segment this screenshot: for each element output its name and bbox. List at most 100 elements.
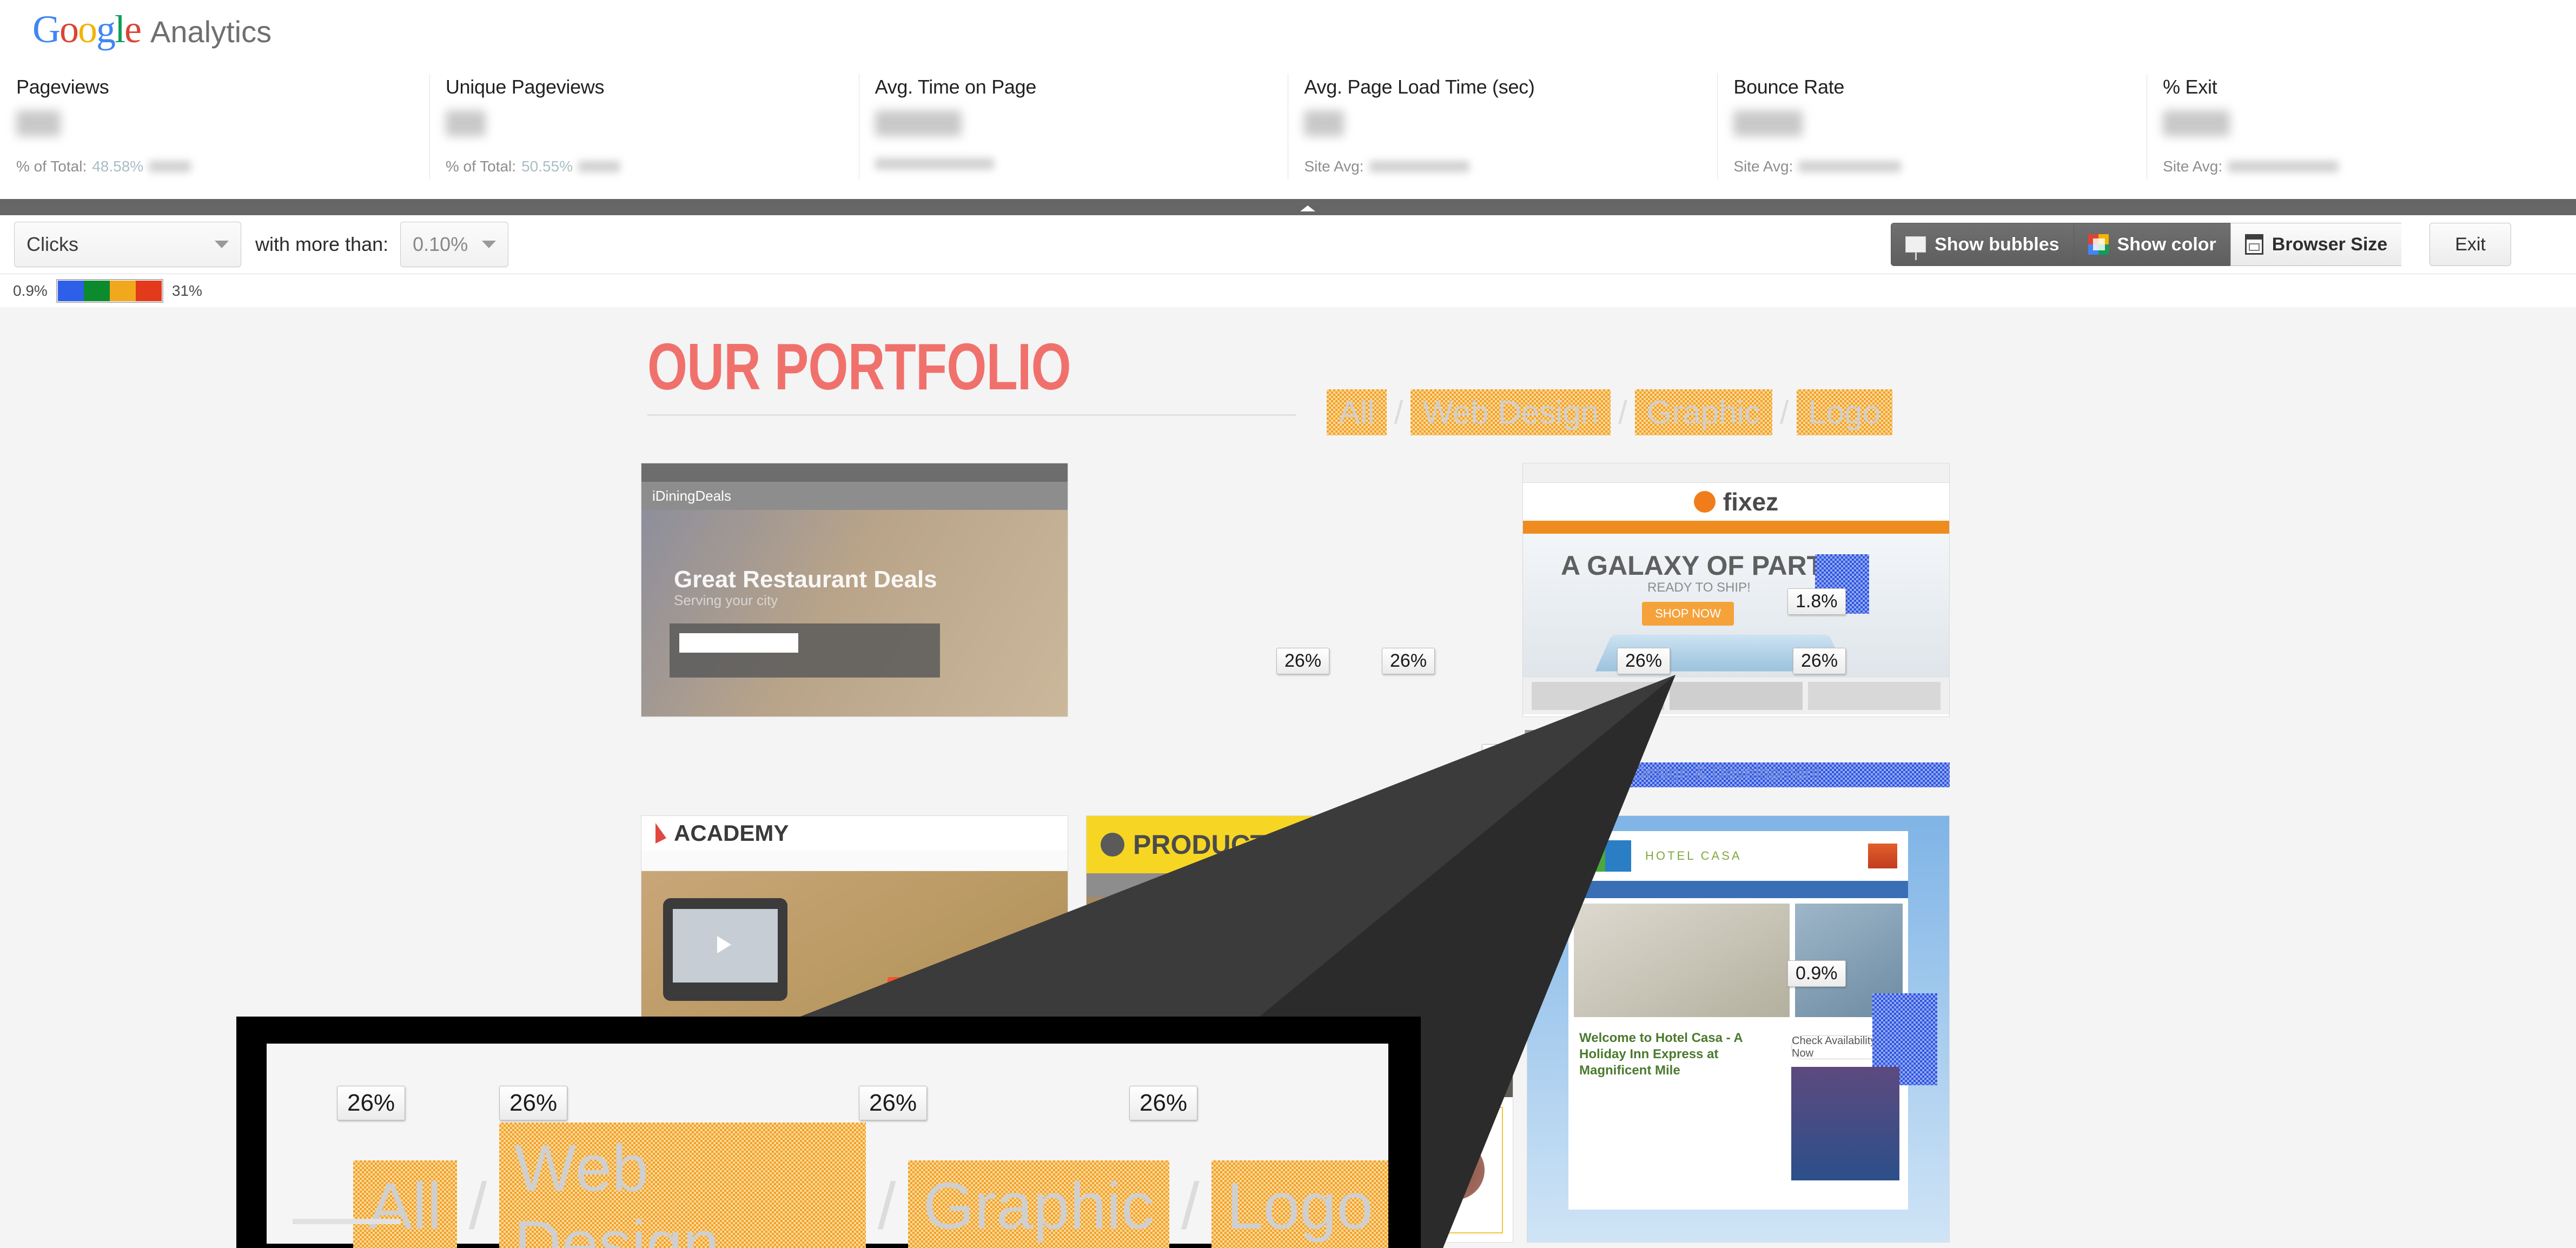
metric-label: Bounce Rate — [1733, 76, 1845, 98]
show-bubbles-button[interactable]: Show bubbles — [1891, 223, 2074, 266]
metric-card-unique-pageviews: Unique Pageviews % of Total: 50.55% — [429, 64, 859, 199]
site-card-hotel-casa[interactable]: HOTEL CASA Welcome to Hotel Casa - A Hol… — [1527, 815, 1950, 1243]
click-pct-badge-fixez-hero: 1.8% — [1787, 588, 1846, 615]
click-pct-badge-web-design: 26% — [1382, 648, 1435, 674]
metric-label: Avg. Page Load Time (sec) — [1304, 76, 1535, 98]
site-headline: 15% Off Sitewide! — [1111, 931, 1268, 1009]
click-pct-badge-logo: 26% — [1793, 648, 1846, 674]
filter-separator: / — [1779, 394, 1789, 430]
metric-subtext: Site Avg: — [1733, 158, 2147, 175]
filter-all[interactable]: All — [1327, 389, 1387, 435]
site-logo-label: fixez — [1723, 488, 1779, 516]
page-title: OUR PORTFOLIO — [647, 330, 1071, 403]
show-color-label: Show color — [2117, 234, 2216, 255]
magnified-filter-logo[interactable]: Logo — [1211, 1160, 1388, 1248]
inpage-analytics-canvas: OUR PORTFOLIO All / Web Design / Graphic… — [0, 307, 2576, 1248]
metric-subtext — [875, 158, 1288, 170]
site-subhead: Serving your city — [674, 592, 778, 608]
filter-separator: / — [1618, 394, 1627, 430]
metric-card-avg-page-load-time: Avg. Page Load Time (sec) Site Avg: — [1288, 64, 1717, 199]
magnified-filter-separator: / — [468, 1169, 487, 1243]
site-cta[interactable]: REGISTER — [888, 977, 974, 1003]
site-card-fixez[interactable]: fixez A GALAXY OF PARTS READY TO SHIP! S… — [1522, 463, 1950, 717]
legend-swatches — [56, 278, 163, 303]
metric-value-blurred — [16, 110, 429, 144]
site-logo-label: ACADEMY — [674, 820, 789, 846]
threshold-label: with more than: — [255, 233, 389, 255]
filter-web-design[interactable]: Web Design — [1410, 389, 1611, 435]
threshold-select[interactable]: 0.10% — [400, 222, 509, 267]
exit-button[interactable]: Exit — [2429, 223, 2511, 266]
metric-value-blurred — [2163, 110, 2576, 144]
magnified-pct-badge-web-design: 26% — [499, 1086, 568, 1120]
site-subhead: READY TO SHIP! — [1647, 580, 1751, 595]
metric-subtext: % of Total: 50.55% — [446, 158, 859, 175]
product-name: Analytics — [150, 15, 272, 49]
exit-label: Exit — [2455, 234, 2486, 255]
portfolio-filter-nav: All / Web Design / Graphic / Logo — [1327, 389, 1892, 435]
legend-min-value: 0.9% — [13, 282, 48, 299]
color-scale-legend: 0.9% 31% — [0, 274, 2576, 307]
magnified-filter-all[interactable]: All — [353, 1160, 457, 1248]
metric-sub-prefix: % of Total: — [445, 158, 516, 175]
metric-card-avg-time-on-page: Avg. Time on Page — [858, 64, 1288, 199]
show-bubbles-label: Show bubbles — [1935, 234, 2060, 255]
view-mode-buttons: Show bubbles Show color Browser Size Exi… — [1891, 223, 2511, 266]
panel-collapse-bar[interactable] — [0, 199, 2576, 215]
chevron-up-icon[interactable] — [1300, 205, 1315, 211]
magnified-filter-separator: / — [1181, 1169, 1200, 1243]
click-pct-badge-all: 26% — [1276, 648, 1330, 674]
metric-label: Pageviews — [16, 76, 109, 98]
metric-sub-prefix: % of Total: — [16, 158, 87, 175]
metric-sub-value: 48.58% — [92, 158, 144, 175]
metric-sub-prefix: Site Avg: — [1304, 158, 1364, 175]
metric-value-blurred — [875, 110, 1288, 144]
magnified-filter-nav: All / Web Design / Graphic / Logo — [353, 1123, 1388, 1248]
magnified-pct-badge-graphic: 26% — [859, 1086, 928, 1120]
magnified-divider — [293, 1219, 401, 1224]
site-logo-label: iDiningDeals — [652, 487, 731, 504]
click-pct-badge-hotel: 0.9% — [1787, 960, 1846, 987]
magnifier-callout: All / Web Design / Graphic / Logo 26% 26… — [236, 1017, 1421, 1248]
metric-select-value: Clicks — [27, 233, 78, 255]
site-headline: Welcome to Hotel Casa - A Holiday Inn Ex… — [1579, 1031, 1743, 1078]
site-card-idiningdeals[interactable]: iDiningDeals Great Restaurant Deals Serv… — [641, 463, 1068, 717]
site-cta[interactable]: SHOP NOW — [1642, 602, 1734, 626]
browser-window-icon — [2244, 234, 2263, 255]
metric-value-blurred — [1733, 110, 2147, 144]
bubble-icon — [1905, 236, 1926, 260]
metric-subtext: Site Avg: — [1304, 158, 1717, 175]
site-logo-icon — [1579, 840, 1631, 872]
color-palette-icon — [2088, 234, 2109, 255]
filter-logo[interactable]: Logo — [1797, 389, 1892, 435]
browser-size-button[interactable]: Browser Size — [2230, 223, 2402, 266]
filter-separator: / — [1394, 394, 1403, 430]
site-headline: Great Restaurant Deals — [674, 566, 937, 593]
metric-subtext: Site Avg: — [2163, 158, 2576, 175]
metric-sub-prefix: Site Avg: — [1733, 158, 1793, 175]
click-pct-badge-academy: 0.9% — [965, 978, 1024, 1004]
chevron-down-icon — [215, 241, 229, 248]
filter-graphic[interactable]: Graphic — [1635, 389, 1772, 435]
metric-sub-value: 50.55% — [521, 158, 573, 175]
chevron-down-icon — [482, 241, 496, 248]
metrics-summary-bar: Pageviews % of Total: 48.58% Unique Page… — [0, 64, 2576, 199]
metric-value-blurred — [1304, 110, 1717, 144]
site-logo-label: PRODUCTS — [1133, 829, 1285, 860]
metric-card-bounce-rate: Bounce Rate Site Avg: — [1717, 64, 2147, 199]
metric-value-blurred — [445, 110, 859, 144]
show-color-button[interactable]: Show color — [2073, 223, 2230, 266]
inpage-toolbar: Clicks with more than: 0.10% Show bubble… — [0, 215, 2576, 274]
site-headline: A GALAXY OF PARTS — [1561, 550, 1842, 581]
fixez-caption-sub: Responsive Design & Development — [1531, 762, 1820, 783]
metric-subtext: % of Total: 48.58% — [16, 158, 429, 175]
magnified-filter-graphic[interactable]: Graphic — [908, 1160, 1169, 1248]
click-pct-badge-graphic: 26% — [1617, 648, 1671, 674]
threshold-select-value: 0.10% — [413, 233, 468, 255]
metric-select[interactable]: Clicks — [14, 222, 241, 267]
browser-size-label: Browser Size — [2272, 234, 2388, 255]
magnified-pct-badge-all: 26% — [337, 1086, 406, 1120]
metric-sub-prefix: Site Avg: — [2163, 158, 2223, 175]
magnified-filter-web-design[interactable]: Web Design — [499, 1123, 866, 1248]
magnified-filter-separator: / — [877, 1169, 896, 1243]
